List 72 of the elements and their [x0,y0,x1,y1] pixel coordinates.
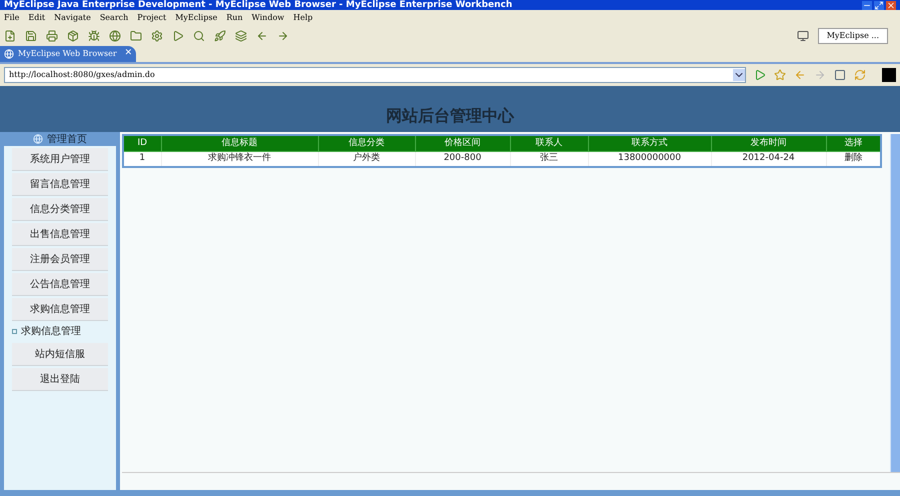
bullet-icon [12,328,17,334]
tab-label: MyEclipse Web Browser [18,48,117,60]
back-arrow-icon[interactable] [256,30,268,42]
rocket-icon[interactable] [214,30,226,42]
sidebar-heading[interactable]: 管理首页 [4,132,116,146]
close-icon[interactable] [886,0,896,10]
menu-item[interactable]: Navigate [54,12,91,24]
settings-icon[interactable] [151,30,163,42]
bug-icon[interactable] [88,30,100,42]
sidebar-link[interactable]: 求购信息管理 [4,321,116,341]
table-cell: 200-800 [415,151,510,167]
link-label: 求购信息管理 [21,324,81,338]
layers-icon[interactable] [235,30,247,42]
table-cell: 13800000000 [588,151,711,167]
sidebar-menu-button[interactable]: 求购信息管理 [12,298,108,321]
dropdown-icon[interactable] [733,69,745,81]
table-cell: 户外类 [318,151,415,167]
sidebar-menu-button[interactable]: 公告信息管理 [12,273,108,296]
column-header: 发布时间 [711,135,826,151]
column-header: 选择 [826,135,881,151]
window-title: MyEclipse Java Enterprise Development - MyEclipse Web Browser - MyEclipse Enterprise Workbench [4,0,512,10]
perspective-button[interactable]: MyEclipse ... [818,28,888,44]
perspective-icon[interactable] [796,30,809,42]
sidebar-menu-button[interactable]: 留言信息管理 [12,173,108,196]
sidebar-menu-button[interactable]: 出售信息管理 [12,223,108,246]
print-icon[interactable] [46,30,58,42]
home-icon [33,134,43,144]
column-header: 信息分类 [318,135,415,151]
column-header: 联系方式 [588,135,711,151]
play-icon[interactable] [172,30,184,42]
new-file-icon[interactable] [4,30,16,42]
folder-icon[interactable] [130,30,142,42]
page-title: 网站后台管理中心 [386,105,514,127]
package-icon[interactable] [67,30,79,42]
menu-item[interactable]: File [4,12,20,24]
editor-tab[interactable]: MyEclipse Web Browser ✕ [0,46,136,62]
address-field[interactable]: http://localhost:8080/gxes/admin.do [4,67,746,83]
sidebar-menu-button[interactable]: 信息分类管理 [12,198,108,221]
globe-icon [4,49,14,59]
column-header: 信息标题 [161,135,318,151]
sidebar-menu-button[interactable]: 站内短信服 [12,343,108,366]
column-header: ID [123,135,161,151]
globe-icon[interactable] [109,30,121,42]
star-icon[interactable] [774,69,786,81]
table-cell: 1 [123,151,161,167]
menu-item[interactable]: Search [100,12,128,24]
menu-item[interactable]: Window [252,12,284,24]
maximize-icon[interactable] [874,0,884,10]
sidebar-menu-button[interactable]: 系统用户管理 [12,148,108,171]
menu-item[interactable]: Help [293,12,313,24]
save-icon[interactable] [25,30,37,42]
sidebar-menu-button[interactable]: 退出登陆 [12,368,108,391]
table-cell: 删除 [826,151,881,167]
search-icon[interactable] [193,30,205,42]
menu-item[interactable]: Edit [28,12,46,24]
color-swatch-icon[interactable] [882,68,896,82]
minimize-icon[interactable] [862,0,872,10]
forward-arrow-icon[interactable] [277,30,289,42]
address-text: http://localhost:8080/gxes/admin.do [8,69,156,81]
heading-label: 管理首页 [47,132,87,146]
stop-icon[interactable] [834,69,846,81]
menu-item[interactable]: MyEclipse [175,12,218,24]
column-header: 联系人 [510,135,588,151]
menu-item[interactable]: Project [137,12,166,24]
menu-item[interactable]: Run [226,12,243,24]
tab-close[interactable]: ✕ [124,47,132,61]
table-cell: 2012-04-24 [711,151,826,167]
table-cell: 张三 [510,151,588,167]
go-icon[interactable] [754,69,766,81]
sidebar-menu-button[interactable]: 注册会员管理 [12,248,108,271]
column-header: 价格区间 [415,135,510,151]
table-cell: 求购冲锋衣一件 [161,151,318,167]
